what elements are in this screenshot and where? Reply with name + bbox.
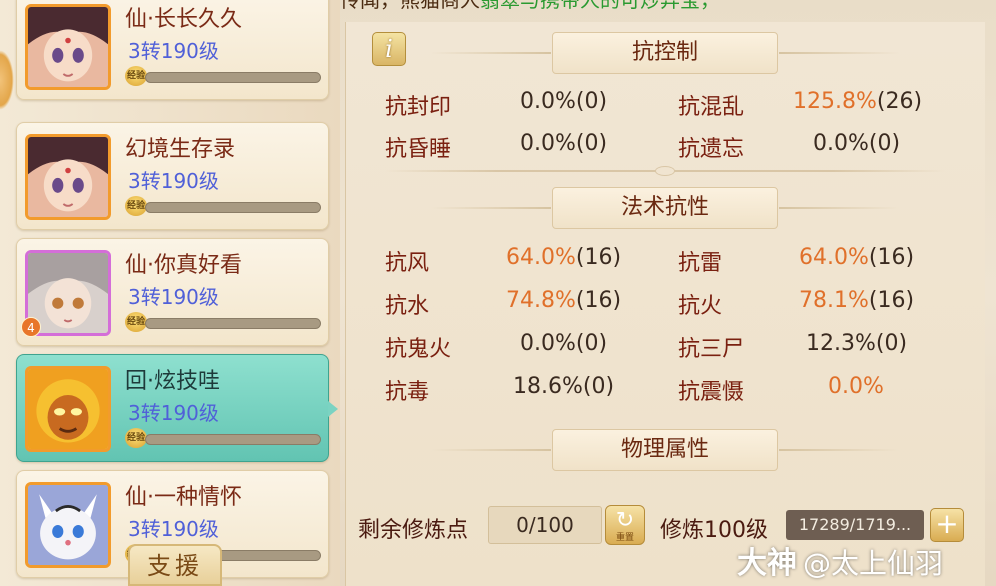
pet-name: 仙·一种情怀 (125, 485, 242, 510)
pet-avatar (25, 366, 111, 452)
pet-name: 仙·你真好看 (125, 253, 242, 278)
stat-label: 抗混乱 (678, 95, 745, 120)
stat-value: 64.0%(16) (799, 245, 915, 270)
pet-name: 幻境生存录 (125, 137, 236, 162)
watermark: 大神 @太上仙羽 (737, 546, 944, 581)
exp-icon: 经验 (125, 428, 147, 448)
stat-label: 抗水 (385, 294, 430, 319)
reset-label: 重置 (615, 533, 634, 543)
stat-label: 抗鬼火 (385, 337, 452, 362)
exp-icon: 经验 (125, 196, 147, 216)
section-divider (385, 166, 945, 176)
stat-value: 78.1%(16) (799, 288, 915, 313)
pet-name: 仙·长长久久 (125, 7, 242, 32)
exp-bar (145, 434, 321, 445)
stat-label: 抗风 (385, 251, 430, 276)
pet-card-selected[interactable]: 回·炫技哇 3转190级 经验 (16, 354, 338, 462)
stat-label: 抗封印 (385, 95, 452, 120)
pet-level: 3转190级 (128, 285, 219, 309)
stat-value: 0.0%(0) (520, 89, 608, 114)
pet-level: 3转190级 (128, 39, 219, 63)
stat-value: 0.0%(0) (813, 131, 901, 156)
stat-label: 抗遗忘 (678, 137, 745, 162)
section-title-control: 抗控制 (431, 32, 899, 74)
stat-value: 125.8%(26) (793, 89, 923, 114)
exp-bar (145, 202, 321, 213)
selected-arrow-icon (328, 401, 338, 417)
stat-label: 抗昏睡 (385, 137, 452, 162)
add-cultivation-button[interactable]: + (930, 508, 964, 542)
stat-value: 74.8%(16) (506, 288, 622, 313)
info-icon[interactable]: i (372, 32, 406, 66)
assist-button[interactable]: 支援 (128, 544, 222, 586)
stat-value: 0.0%(0) (520, 131, 608, 156)
announcement-banner: 江湖传闻，熊猫商人翡翠与携带人的可炒异宝， (300, 0, 900, 10)
stat-label: 抗雷 (678, 251, 723, 276)
stat-value: 0.0% (828, 374, 884, 399)
stat-value: 18.6%(0) (513, 374, 615, 399)
pet-level: 3转190级 (128, 401, 219, 425)
side-tab-handle[interactable] (0, 50, 14, 110)
pet-card[interactable]: 幻境生存录 3转190级 经验 (16, 122, 329, 230)
pet-card[interactable]: 4 仙·你真好看 3转190级 经验 (16, 238, 329, 346)
cultivation-exp-value: 17289/1719... (786, 510, 924, 540)
rank-badge: 4 (21, 317, 41, 337)
pet-level: 3转190级 (128, 517, 219, 541)
reset-button[interactable]: ↻ 重置 (605, 505, 645, 545)
banner-highlight: 翡翠与携带人的可炒异宝， (480, 0, 720, 10)
pet-list-panel: 仙·长长久久 3转190级 经验 幻境生存录 3转190级 经验 4 仙·你真好… (0, 0, 340, 586)
pet-card[interactable]: 仙·长长久久 3转190级 经验 (16, 0, 329, 100)
pet-avatar (25, 482, 111, 568)
pet-level: 3转190级 (128, 169, 219, 193)
exp-bar (145, 318, 321, 329)
pet-avatar (25, 4, 111, 90)
remaining-points-value: 0/100 (488, 506, 602, 544)
stat-label: 抗火 (678, 294, 723, 319)
remaining-points-label: 剩余修炼点 (358, 518, 469, 543)
section-title-magic: 法术抗性 (431, 187, 899, 229)
stat-label: 抗震慑 (678, 380, 745, 405)
stat-value: 0.0%(0) (520, 331, 608, 356)
pet-avatar (25, 134, 111, 220)
exp-icon: 经验 (125, 66, 147, 86)
exp-bar (145, 72, 321, 83)
exp-icon: 经验 (125, 312, 147, 332)
section-title-physical[interactable]: 物理属性 (431, 429, 899, 471)
stat-label: 抗毒 (385, 380, 430, 405)
pet-name: 回·炫技哇 (125, 369, 220, 394)
reset-icon: ↻ (615, 508, 635, 533)
stat-label: 抗三尸 (678, 337, 745, 362)
stat-value: 64.0%(16) (506, 245, 622, 270)
stat-value: 12.3%(0) (806, 331, 908, 356)
